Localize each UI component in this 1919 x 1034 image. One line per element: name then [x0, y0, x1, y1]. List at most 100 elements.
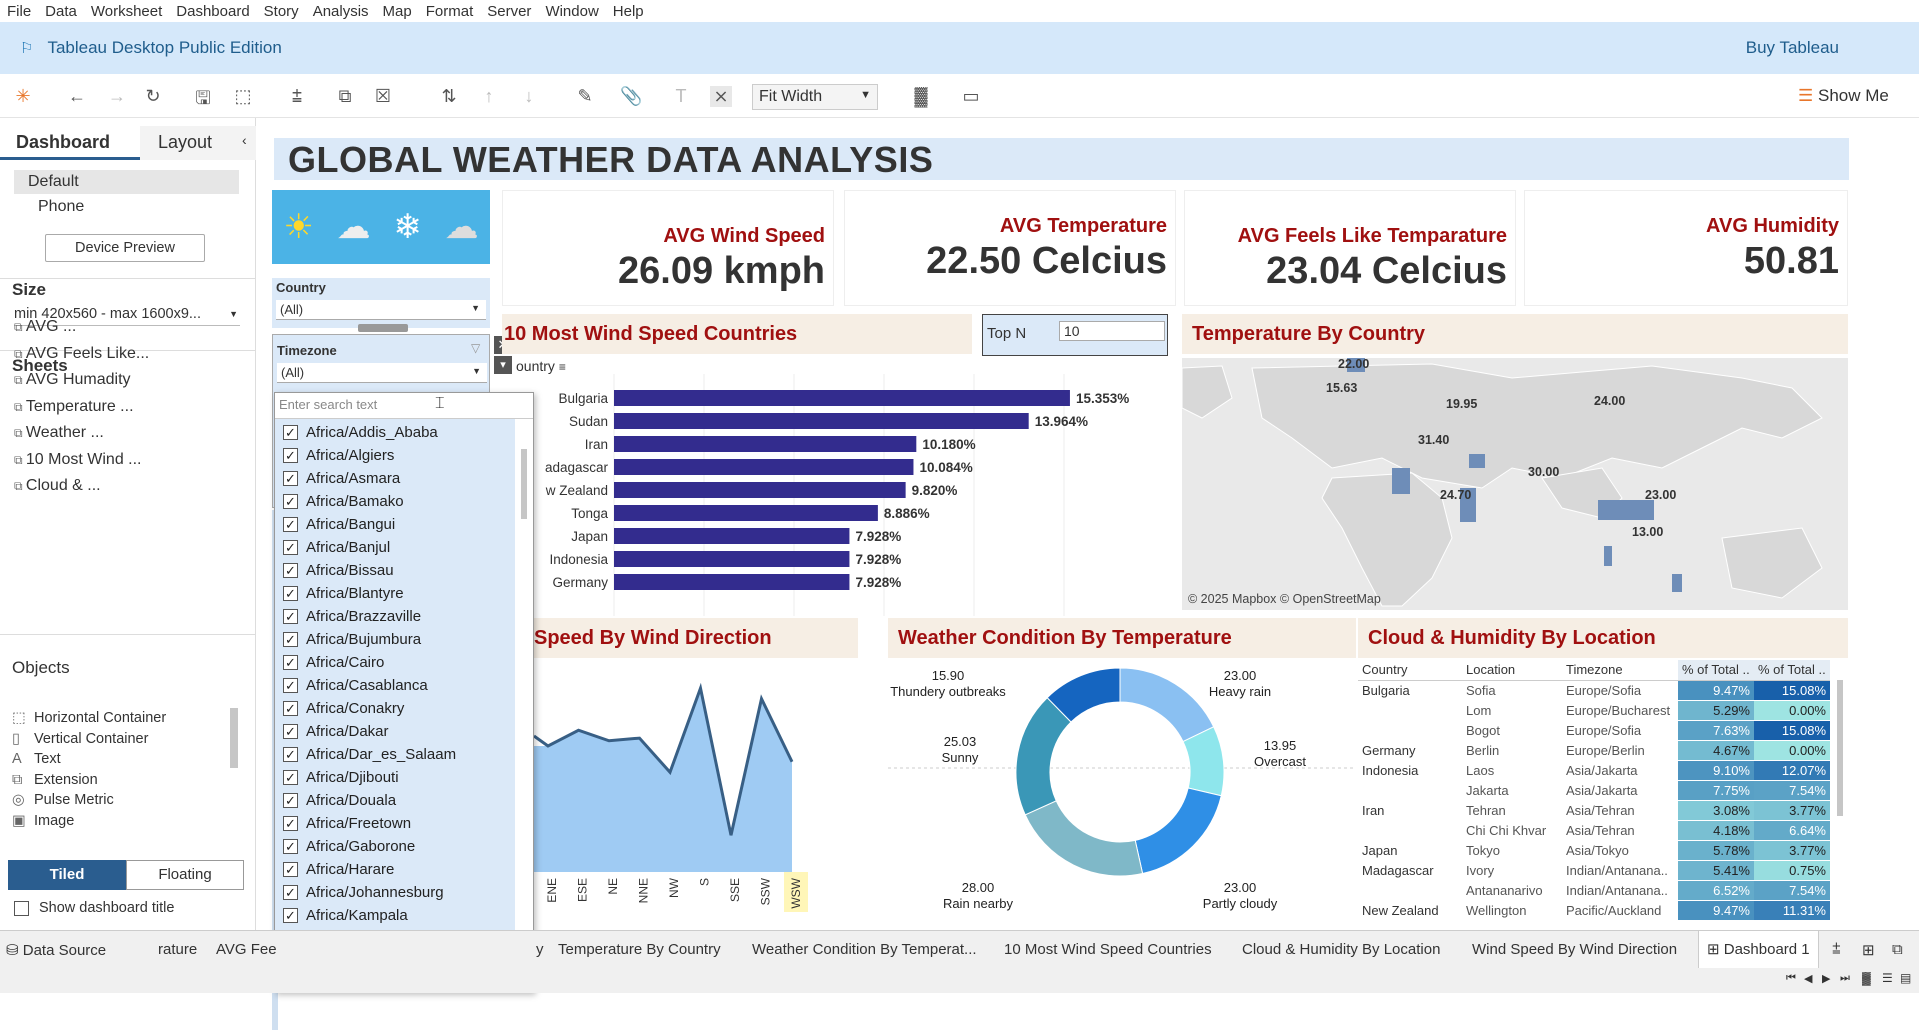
fit-select[interactable]: Fit Width ▼: [752, 84, 878, 110]
sheet-item[interactable]: ⧉ Cloud & ...: [14, 477, 101, 495]
new-worksheet-icon[interactable]: ⩲: [1832, 941, 1841, 958]
sheet-item[interactable]: ⧉ Weather ...: [14, 424, 104, 442]
list-view-icon[interactable]: ☰: [1882, 971, 1893, 985]
menu-map[interactable]: Map: [376, 3, 419, 20]
timezone-option[interactable]: ✓ Africa/Douala: [283, 789, 396, 812]
new-dashboard-icon[interactable]: ⊞: [1862, 941, 1875, 959]
menu-file[interactable]: File: [0, 3, 38, 20]
tiled-button[interactable]: Tiled: [8, 860, 126, 890]
show-dashboard-title-toggle[interactable]: Show dashboard title: [14, 900, 174, 916]
menu-format[interactable]: Format: [419, 3, 481, 20]
duplicate-icon[interactable]: ⧉: [334, 86, 356, 107]
sheet-item[interactable]: ⧉ 10 Most Wind ...: [14, 451, 142, 469]
country-filter-select[interactable]: (All) ▼: [276, 300, 486, 320]
topn-input[interactable]: 10: [1059, 321, 1165, 341]
timezone-option[interactable]: ✓ Africa/Djibouti: [283, 766, 399, 789]
timezone-option[interactable]: ✓ Africa/Bangui: [283, 513, 395, 536]
timezone-option[interactable]: ✓ Africa/Johannesburg: [283, 881, 444, 904]
group-icon[interactable]: 📎: [620, 86, 642, 107]
collapse-icon[interactable]: ‹: [242, 132, 247, 148]
timezone-option[interactable]: ✓ Africa/Dakar: [283, 720, 389, 743]
timezone-option[interactable]: ✓ Africa/Conakry: [283, 697, 404, 720]
timezone-option[interactable]: ✓ Africa/Bissau: [283, 559, 394, 582]
new-story-icon[interactable]: ⧉: [1892, 941, 1903, 958]
redo-icon[interactable]: →: [106, 86, 128, 107]
tab-dashboard-1[interactable]: ⊞ Dashboard 1: [1698, 931, 1819, 968]
device-phone[interactable]: Phone: [38, 198, 84, 216]
pin-icon[interactable]: ▾: [494, 356, 512, 374]
show-cards-icon[interactable]: ▓: [910, 86, 932, 107]
menu-help[interactable]: Help: [606, 3, 651, 20]
object-item[interactable]: ▣ Image: [12, 813, 74, 829]
timezone-option[interactable]: ✓ Africa/Algiers: [283, 444, 394, 467]
sheet-item[interactable]: ⧉ Temperature ...: [14, 398, 134, 416]
timezone-option[interactable]: ✓ Africa/Brazzaville: [283, 605, 421, 628]
sheet-item[interactable]: ⧉ AVG Humadity: [14, 371, 131, 389]
pin-icon[interactable]: ⚐: [20, 39, 33, 57]
timezone-option[interactable]: ✓ Africa/Bujumbura: [283, 628, 421, 651]
tab-sheet[interactable]: Wind Speed By Wind Direction: [1472, 941, 1677, 958]
timezone-option[interactable]: ✓ Africa/Dar_es_Salaam: [283, 743, 456, 766]
clear-sheet-icon[interactable]: ☒: [372, 86, 394, 107]
tab-layout[interactable]: Layout: [140, 126, 256, 160]
timezone-option[interactable]: ✓ Africa/Bamako: [283, 490, 404, 513]
tab-sheet[interactable]: Temperature By Country: [558, 941, 721, 958]
object-item[interactable]: ⧉ Extension: [12, 772, 98, 788]
device-default[interactable]: Default: [14, 170, 239, 194]
tab-data-source[interactable]: ⛁ Data Source: [6, 941, 106, 959]
sheet-item[interactable]: ⧉ AVG Feels Like...: [14, 345, 149, 363]
timezone-option[interactable]: ✓ Africa/Addis_Ababa: [283, 421, 438, 444]
topn-parameter[interactable]: Top N 10: [982, 314, 1168, 356]
object-item[interactable]: A Text: [12, 751, 61, 767]
timezone-option[interactable]: ✓ Africa/Casablanca: [283, 674, 428, 697]
device-preview-button[interactable]: Device Preview: [45, 234, 205, 262]
timezone-list-scrollbar[interactable]: [521, 449, 527, 519]
filmstrip-view-icon[interactable]: ▤: [1900, 971, 1911, 985]
undo-icon[interactable]: ←: [66, 86, 88, 107]
object-item[interactable]: ▯ Vertical Container: [12, 731, 148, 747]
menu-dashboard[interactable]: Dashboard: [169, 3, 256, 20]
tab-sheet[interactable]: Weather Condition By Temperat...: [752, 941, 977, 958]
filter-icon[interactable]: ▽: [471, 341, 480, 355]
timezone-option[interactable]: ✓ Africa/Blantyre: [283, 582, 404, 605]
menu-analysis[interactable]: Analysis: [306, 3, 376, 20]
sheet-item[interactable]: ⧉ AVG ...: [14, 318, 76, 336]
timezone-option[interactable]: ✓ Africa/Gaborone: [283, 835, 415, 858]
new-worksheet-icon[interactable]: ⩲: [286, 86, 308, 107]
first-page-icon[interactable]: ⏮: [1786, 972, 1796, 985]
menu-worksheet[interactable]: Worksheet: [84, 3, 169, 20]
next-page-icon[interactable]: ▶: [1822, 972, 1830, 985]
timezone-option[interactable]: ✓ Africa/Freetown: [283, 812, 411, 835]
presentation-icon[interactable]: ▭: [960, 86, 982, 107]
sort-asc-icon[interactable]: ↑: [478, 86, 500, 107]
tab-sheet[interactable]: rature: [158, 941, 197, 958]
timezone-option[interactable]: ✓ Africa/Asmara: [283, 467, 400, 490]
timezone-option[interactable]: ✓ Africa/Kampala: [283, 904, 408, 927]
show-me-button[interactable]: ☰ Show Me: [1798, 86, 1889, 106]
menu-window[interactable]: Window: [538, 3, 605, 20]
table-scrollbar[interactable]: [1837, 680, 1843, 816]
fix-axes-icon[interactable]: ⨯: [710, 86, 732, 107]
last-page-icon[interactable]: ⏭: [1840, 972, 1850, 985]
timezone-filter-select[interactable]: (All) ▼: [277, 363, 487, 383]
menu-story[interactable]: Story: [257, 3, 306, 20]
labels-icon[interactable]: T: [670, 86, 692, 107]
highlight-icon[interactable]: ✎: [574, 86, 596, 107]
object-item[interactable]: ◎ Pulse Metric: [12, 792, 114, 808]
grid-view-icon[interactable]: ▓: [1862, 971, 1871, 985]
tab-sheet[interactable]: 10 Most Wind Speed Countries: [1004, 941, 1212, 958]
timezone-option[interactable]: ✓ Africa/Harare: [283, 858, 394, 881]
sort-icon[interactable]: ≡: [559, 360, 566, 374]
tab-sheet[interactable]: Cloud & Humidity By Location: [1242, 941, 1440, 958]
new-datasource-icon[interactable]: ⬚: [232, 86, 254, 107]
timezone-search-input[interactable]: Enter search text: [275, 393, 533, 419]
replay-icon[interactable]: ↻: [142, 86, 164, 107]
tableau-logo-icon[interactable]: ✳: [12, 86, 34, 107]
objects-scrollbar[interactable]: [230, 708, 238, 768]
sort-desc-icon[interactable]: ↓: [518, 86, 540, 107]
tab-sheet[interactable]: AVG Fee: [216, 941, 277, 958]
object-item[interactable]: ⬚ Horizontal Container: [12, 710, 166, 726]
tab-dashboard[interactable]: Dashboard: [0, 126, 140, 160]
buy-tableau-link[interactable]: Buy Tableau: [1746, 38, 1839, 58]
save-icon[interactable]: 🖫: [192, 86, 214, 116]
